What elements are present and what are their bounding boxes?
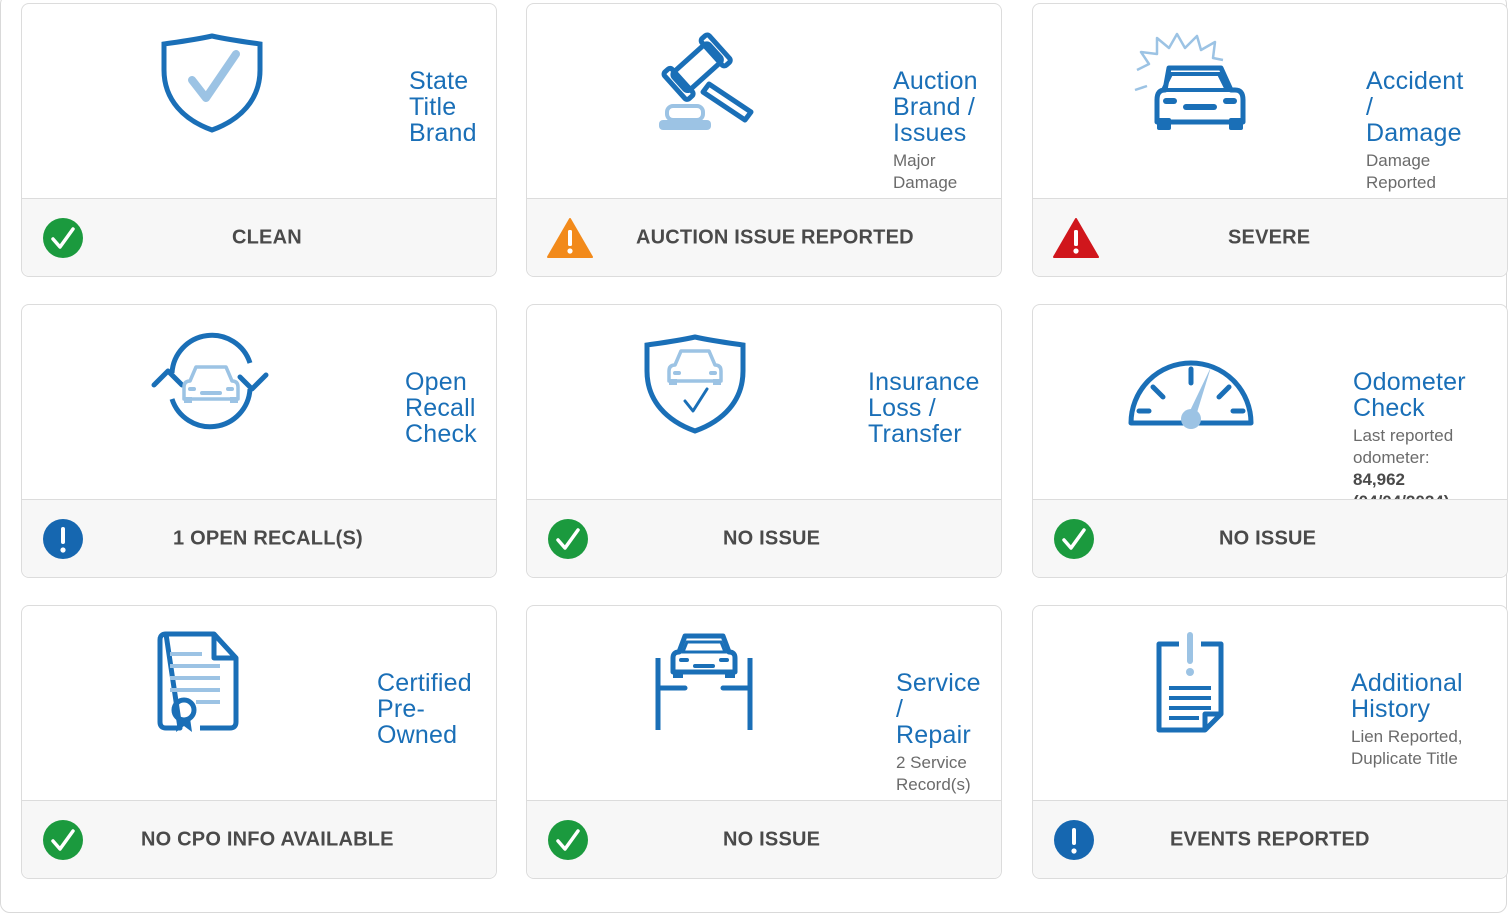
- status-label: NO CPO INFO AVAILABLE: [141, 828, 394, 850]
- speedometer-icon: [1125, 357, 1257, 433]
- status-label: NO ISSUE: [1219, 527, 1317, 549]
- card-title: Insurance Loss / Transfer: [868, 368, 980, 448]
- shield-car-icon: [643, 331, 747, 435]
- shield-check-icon: [160, 30, 264, 134]
- car-lift-icon: [653, 632, 755, 734]
- card-service-repair[interactable]: Service / Repair 2 Service Record(s) Rep…: [526, 605, 1002, 879]
- card-title: Auction Brand / Issues: [893, 67, 978, 147]
- status-label: NO ISSUE: [723, 527, 821, 549]
- check-circle-icon: [42, 217, 84, 259]
- status-label: NO ISSUE: [723, 828, 821, 850]
- check-circle-icon: [42, 819, 84, 861]
- status-label: 1 OPEN RECALL(S): [173, 527, 363, 549]
- card-title: State Title Brand: [409, 67, 477, 147]
- card-insurance-loss[interactable]: Insurance Loss / Transfer NO ISSUE: [526, 304, 1002, 578]
- card-odometer-check[interactable]: Odometer Check Last reported odometer: 8…: [1032, 304, 1508, 578]
- card-additional-history[interactable]: Additional History Lien Reported, Duplic…: [1032, 605, 1508, 879]
- card-subtitle: Lien Reported, Duplicate Title: [1351, 727, 1463, 768]
- card-title: Service / Repair: [896, 669, 981, 749]
- card-state-title-brand[interactable]: State Title Brand CLEAN: [21, 3, 497, 277]
- warning-triangle-icon: [547, 217, 593, 259]
- clipboard-alert-icon: [1155, 630, 1225, 736]
- card-title: Accident / Damage: [1366, 67, 1464, 147]
- status-label: SEVERE: [1228, 226, 1311, 248]
- card-title: Open Recall Check: [405, 368, 477, 448]
- card-open-recall[interactable]: Open Recall Check 1 OPEN RECALL(S): [21, 304, 497, 578]
- info-circle-icon: [1053, 819, 1095, 861]
- card-subtitle: Last reported odometer:: [1353, 426, 1454, 467]
- gavel-icon: [657, 30, 757, 134]
- info-circle-icon: [42, 518, 84, 560]
- certificate-document-icon: [156, 630, 240, 734]
- car-recall-cycle-icon: [146, 329, 276, 433]
- check-circle-icon: [1053, 518, 1095, 560]
- card-title: Certified Pre- Owned: [377, 669, 472, 749]
- car-crash-icon: [1131, 30, 1247, 134]
- card-auction-brand[interactable]: Auction Brand / Issues Major Damage Repo…: [526, 3, 1002, 277]
- danger-triangle-icon: [1053, 217, 1099, 259]
- check-circle-icon: [547, 518, 589, 560]
- check-circle-icon: [547, 819, 589, 861]
- status-label: AUCTION ISSUE REPORTED: [636, 226, 914, 248]
- card-accident-damage[interactable]: Accident / Damage Damage Reported SEVERE: [1032, 3, 1508, 277]
- status-label: CLEAN: [232, 226, 302, 248]
- card-title: Additional History: [1351, 669, 1463, 723]
- card-certified-pre-owned[interactable]: Certified Pre- Owned NO CPO INFO AVAILAB…: [21, 605, 497, 879]
- card-subtitle: Damage Reported: [1366, 151, 1436, 192]
- card-title: Odometer Check: [1353, 368, 1466, 422]
- status-label: EVENTS REPORTED: [1170, 828, 1370, 850]
